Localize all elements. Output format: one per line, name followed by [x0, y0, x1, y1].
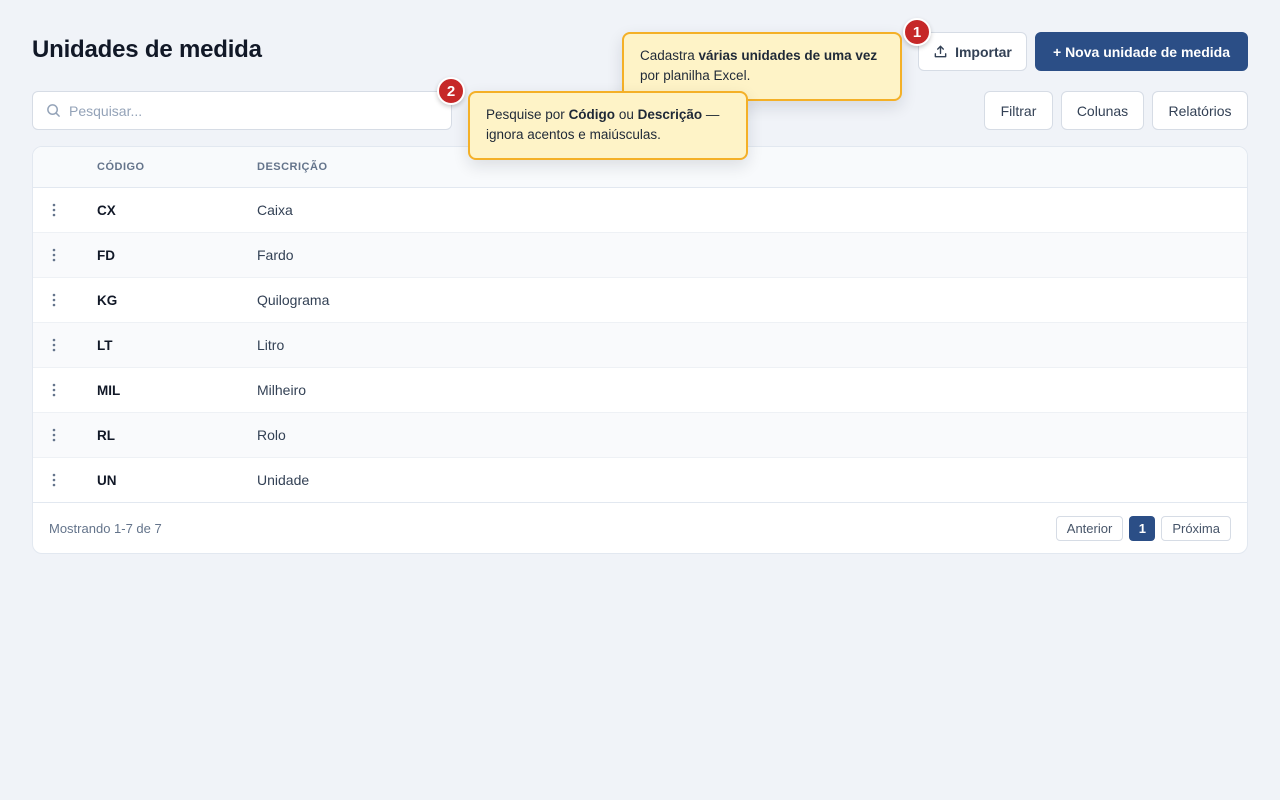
- filter-button[interactable]: Filtrar: [984, 91, 1053, 130]
- upload-icon: [933, 44, 948, 59]
- row-description: Litro: [257, 337, 285, 353]
- row-code: MIL: [97, 382, 121, 398]
- tooltip-text-bold: Código: [568, 107, 616, 122]
- tooltip-text: Cadastra: [640, 48, 699, 63]
- columns-button[interactable]: Colunas: [1061, 91, 1144, 130]
- kebab-menu-icon[interactable]: [33, 248, 97, 262]
- kebab-menu-icon[interactable]: [33, 338, 97, 352]
- page: Unidades de medida Importar + Nova unida…: [0, 0, 1280, 800]
- step-badge-2: 2: [437, 77, 465, 105]
- row-description: Fardo: [257, 247, 294, 263]
- table-row[interactable]: LT Litro: [33, 323, 1247, 368]
- previous-page-button[interactable]: Anterior: [1055, 515, 1124, 541]
- row-code: KG: [97, 292, 118, 308]
- table-row[interactable]: KG Quilograma: [33, 278, 1247, 323]
- table-body: CX Caixa FD Fardo KG Quilograma LT Litro…: [33, 188, 1247, 503]
- row-description: Milheiro: [257, 382, 307, 398]
- search-input[interactable]: [69, 102, 429, 119]
- row-code: LT: [97, 337, 113, 353]
- current-page[interactable]: 1: [1129, 515, 1156, 541]
- kebab-menu-icon[interactable]: [33, 293, 97, 307]
- tooltip-text: ou: [615, 107, 638, 122]
- row-description: Unidade: [257, 472, 310, 488]
- table-footer: Mostrando 1-7 de 7 Anterior 1 Próxima: [33, 503, 1247, 553]
- pagination-summary: Mostrando 1-7 de 7: [49, 520, 162, 536]
- row-code: FD: [97, 247, 115, 263]
- kebab-menu-icon[interactable]: [33, 203, 97, 217]
- tooltip-text: Pesquise por: [486, 107, 569, 122]
- page-title: Unidades de medida: [32, 36, 262, 63]
- row-code: RL: [97, 427, 115, 443]
- row-code: CX: [97, 202, 116, 218]
- units-table: CÓDIGO DESCRIÇÃO CX Caixa FD Fardo KG Qu…: [32, 146, 1248, 554]
- kebab-menu-icon[interactable]: [33, 383, 97, 397]
- step-badge-1: 1: [903, 18, 931, 46]
- table-row[interactable]: CX Caixa: [33, 188, 1247, 233]
- import-button[interactable]: Importar: [918, 32, 1027, 71]
- row-description: Quilograma: [257, 292, 330, 308]
- new-unit-button[interactable]: + Nova unidade de medida: [1035, 32, 1248, 71]
- next-page-button[interactable]: Próxima: [1161, 515, 1231, 541]
- pagination: Anterior 1 Próxima: [1055, 515, 1231, 541]
- tooltip-text: por planilha Excel.: [640, 68, 751, 83]
- kebab-menu-icon[interactable]: [33, 428, 97, 442]
- table-row[interactable]: MIL Milheiro: [33, 368, 1247, 413]
- row-description: Caixa: [257, 202, 293, 218]
- kebab-menu-icon[interactable]: [33, 473, 97, 487]
- table-row[interactable]: FD Fardo: [33, 233, 1247, 278]
- row-code: UN: [97, 472, 117, 488]
- header-code[interactable]: CÓDIGO: [97, 161, 257, 173]
- table-row[interactable]: UN Unidade: [33, 458, 1247, 503]
- table-row[interactable]: RL Rolo: [33, 413, 1247, 458]
- tooltip-text-bold: várias unidades de uma vez: [698, 48, 878, 63]
- tooltip-search: Pesquise por Código ou Descrição — ignor…: [468, 91, 748, 160]
- search-box[interactable]: [32, 91, 452, 130]
- reports-button[interactable]: Relatórios: [1152, 91, 1248, 130]
- search-icon: [46, 103, 61, 118]
- row-description: Rolo: [257, 427, 286, 443]
- tooltip-text-bold: Descrição: [637, 107, 703, 122]
- header-description[interactable]: DESCRIÇÃO: [257, 161, 328, 173]
- import-button-label: Importar: [955, 43, 1012, 60]
